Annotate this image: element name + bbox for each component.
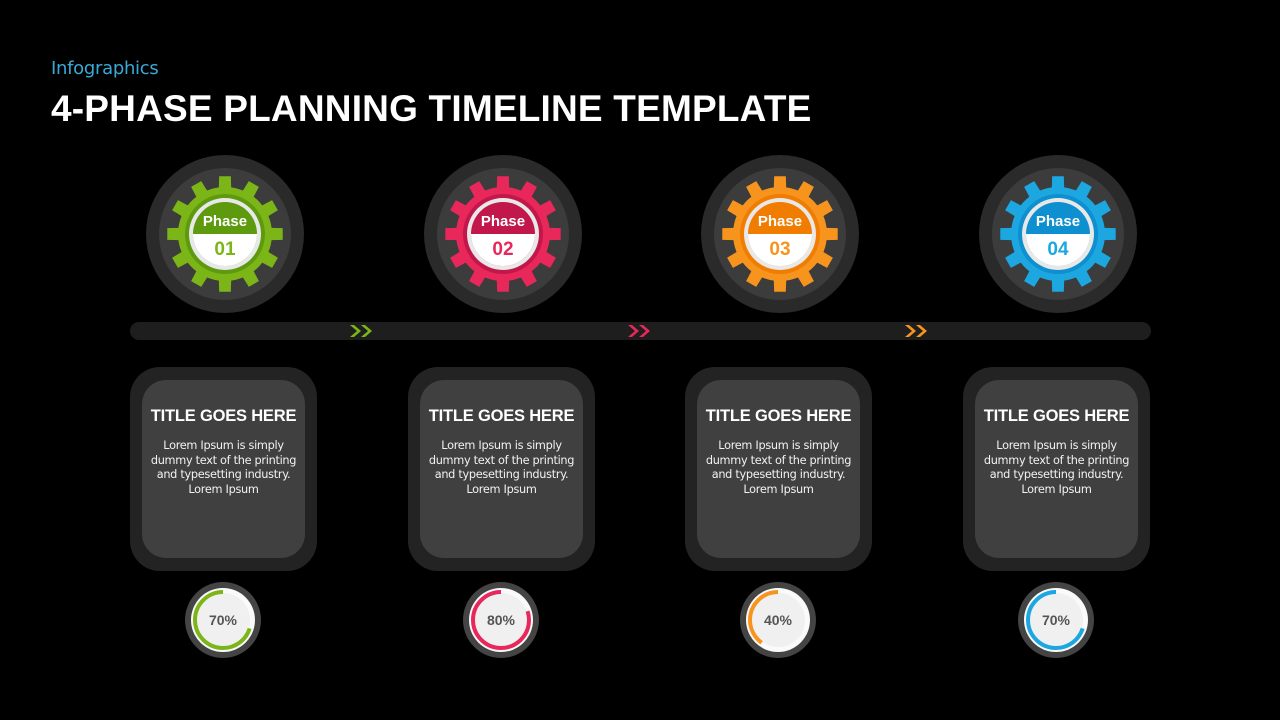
phase-card: TITLE GOES HERE Lorem Ipsum is simply du… — [130, 367, 317, 571]
phase-label: Phase — [203, 213, 247, 230]
progress-ring: 80% — [462, 581, 540, 659]
double-chevron-right-icon — [628, 325, 650, 337]
phase-label: Phase — [758, 213, 802, 230]
progress-label: 70% — [1041, 612, 1071, 628]
gear-badge: Phase 02 — [424, 155, 582, 313]
progress-ring: 40% — [739, 581, 817, 659]
phase-number: 03 — [769, 239, 790, 260]
progress-label: 40% — [763, 612, 793, 628]
gear-badge: Phase 01 — [146, 155, 304, 313]
phase-3: Phase 03 TITLE GOES HERE Lorem Ipsum is … — [685, 155, 875, 675]
card-title: TITLE GOES HERE — [150, 407, 297, 425]
phase-label: Phase — [481, 213, 525, 230]
phase-number: 02 — [492, 239, 513, 260]
gear-badge: Phase 04 — [979, 155, 1137, 313]
progress-label: 80% — [486, 612, 516, 628]
card-body: Lorem Ipsum is simply dummy text of the … — [150, 439, 297, 496]
subtitle: Infographics — [51, 58, 159, 79]
page-title: 4-PHASE PLANNING TIMELINE TEMPLATE — [51, 88, 812, 129]
phase-number: 01 — [214, 239, 236, 260]
double-chevron-right-icon — [350, 325, 372, 337]
phase-card: TITLE GOES HERE Lorem Ipsum is simply du… — [408, 367, 595, 571]
progress-ring: 70% — [184, 581, 262, 659]
card-body: Lorem Ipsum is simply dummy text of the … — [428, 439, 575, 496]
progress-label: 70% — [208, 612, 238, 628]
card-body: Lorem Ipsum is simply dummy text of the … — [705, 439, 852, 496]
phase-label: Phase — [1036, 213, 1080, 230]
card-body: Lorem Ipsum is simply dummy text of the … — [983, 439, 1130, 496]
card-title: TITLE GOES HERE — [983, 407, 1130, 425]
card-title: TITLE GOES HERE — [705, 407, 852, 425]
phase-card: TITLE GOES HERE Lorem Ipsum is simply du… — [963, 367, 1150, 571]
phase-card: TITLE GOES HERE Lorem Ipsum is simply du… — [685, 367, 872, 571]
phase-2: Phase 02 TITLE GOES HERE Lorem Ipsum is … — [408, 155, 598, 675]
phase-4: Phase 04 TITLE GOES HERE Lorem Ipsum is … — [963, 155, 1153, 675]
phase-number: 04 — [1047, 239, 1069, 260]
card-title: TITLE GOES HERE — [428, 407, 575, 425]
double-chevron-right-icon — [905, 325, 927, 337]
gear-badge: Phase 03 — [701, 155, 859, 313]
phase-1: Phase 01 TITLE GOES HERE Lorem Ipsum is … — [130, 155, 320, 675]
progress-ring: 70% — [1017, 581, 1095, 659]
